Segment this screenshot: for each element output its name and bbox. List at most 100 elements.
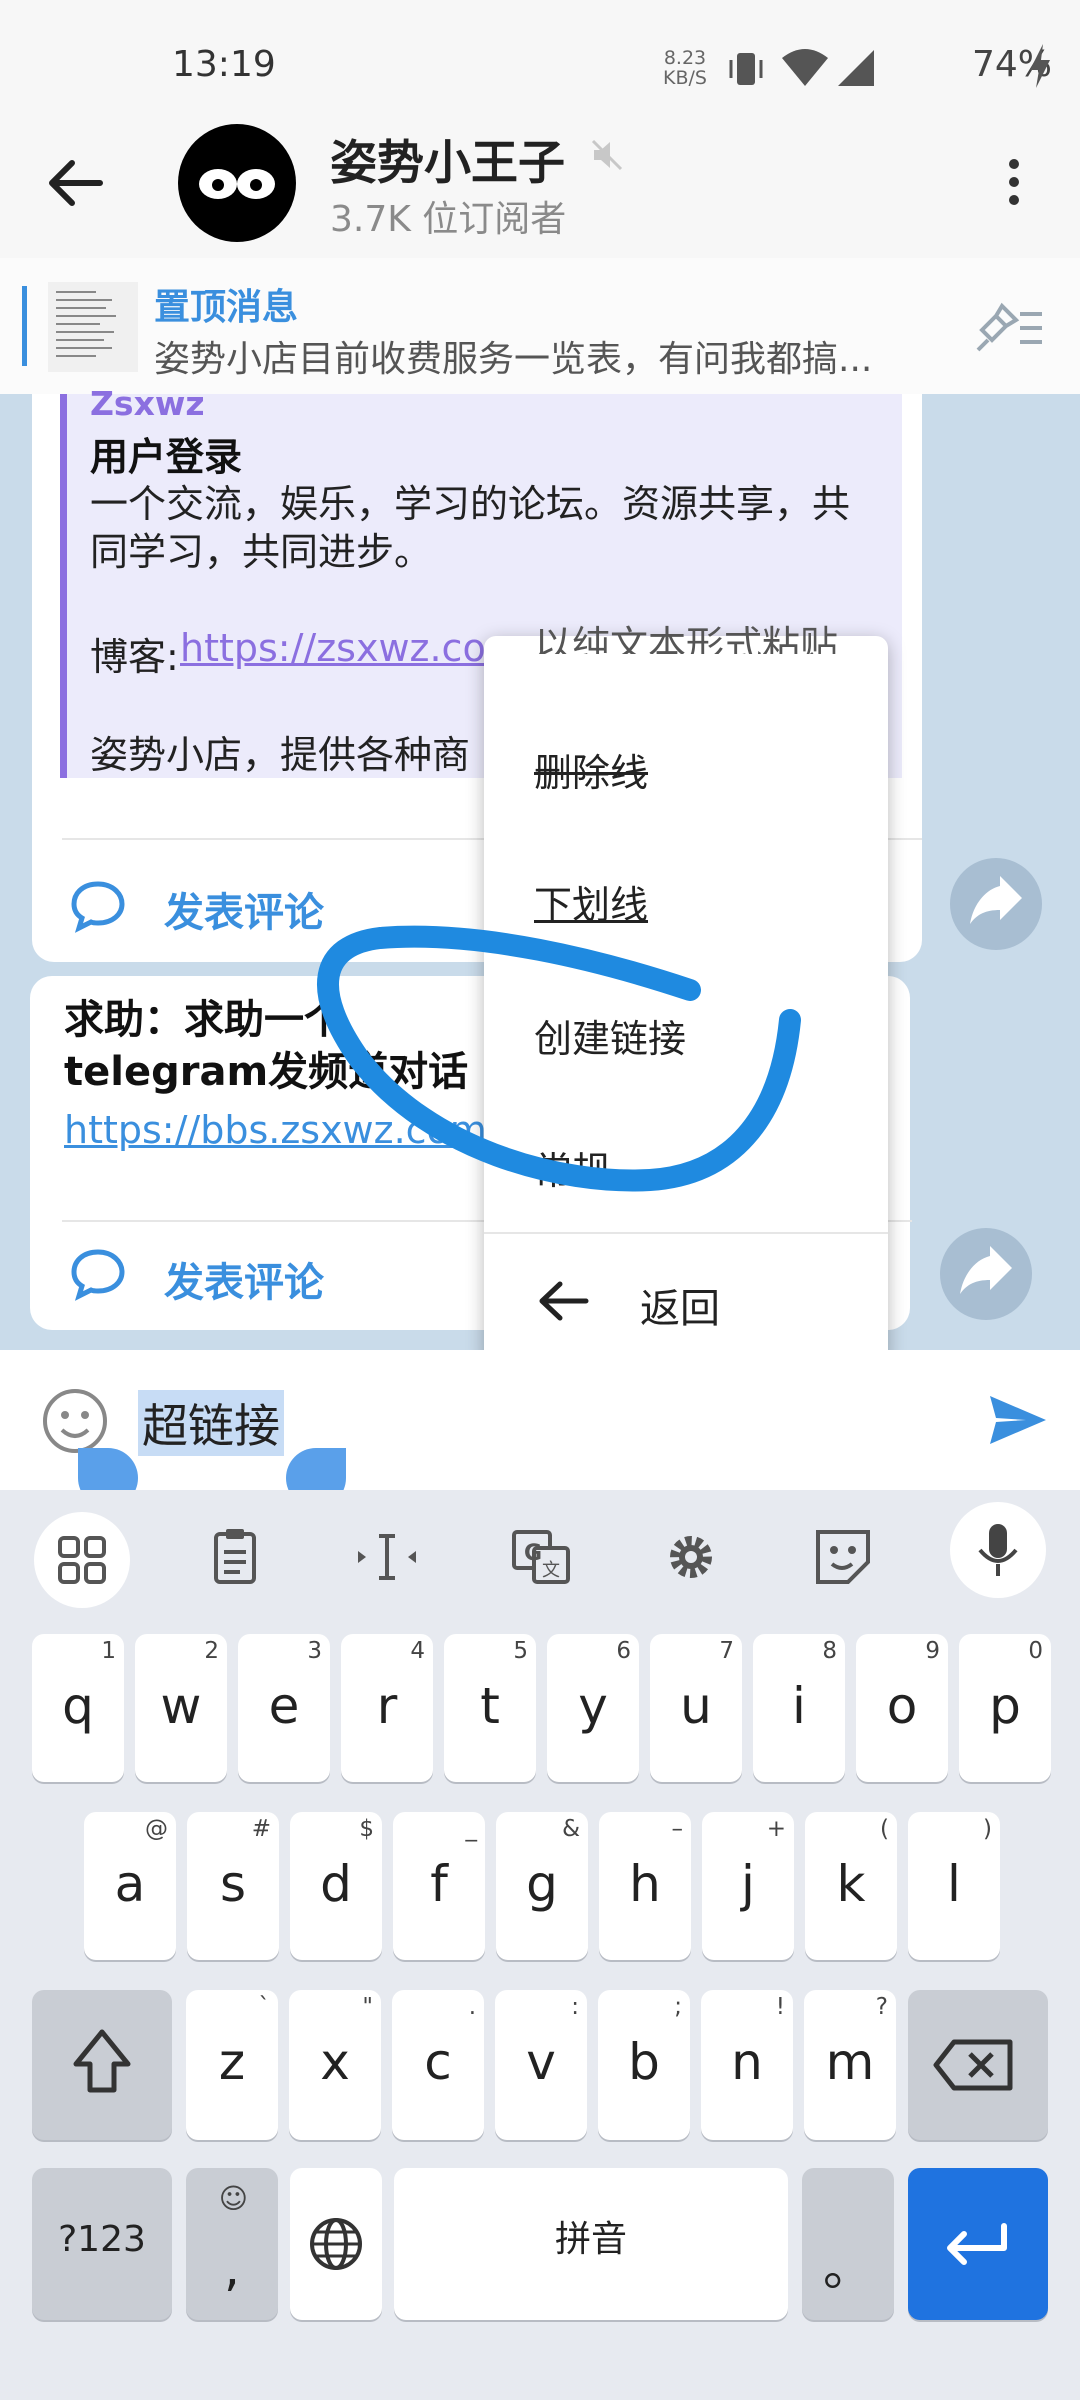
key-i[interactable]: i8 (753, 1634, 845, 1782)
key-n[interactable]: n! (701, 1990, 793, 2140)
translate-icon[interactable]: G文 (504, 1520, 578, 1594)
network-speed-unit: KB/S (663, 67, 707, 89)
sticker-icon[interactable] (806, 1520, 880, 1594)
key-label: d (320, 1855, 352, 1913)
apps-grid-button[interactable] (34, 1512, 130, 1608)
shop-text: 姿势小店，提供各种商 (90, 733, 471, 777)
key-j[interactable]: j + (702, 1812, 794, 1960)
comment-icon[interactable] (68, 878, 128, 934)
signal-icon (838, 50, 874, 86)
key-hint: 0 (1028, 1638, 1043, 1664)
send-icon[interactable] (986, 1388, 1050, 1452)
leave-comment-link[interactable]: 发表评论 (164, 1250, 324, 1308)
menu-underline[interactable]: 下划线 (534, 874, 648, 929)
key-hint: 1 (101, 1638, 116, 1664)
key-label: p (989, 1677, 1021, 1735)
key-z[interactable]: z ` (186, 1990, 278, 2140)
key-label: o (886, 1677, 918, 1735)
key-q[interactable]: q1 (32, 1634, 124, 1782)
voice-input-button[interactable] (950, 1502, 1046, 1598)
key-hint: ; (674, 1994, 682, 2020)
backspace-icon (933, 2039, 1013, 2091)
network-speed-value: 8.23 (663, 47, 707, 69)
message-link[interactable]: https://bbs.zsxwz.com (64, 1108, 484, 1152)
key-label: x (320, 2033, 350, 2091)
globe-icon (310, 2218, 362, 2270)
key-y[interactable]: y6 (547, 1634, 639, 1782)
message-input[interactable]: 超链接 (138, 1390, 284, 1456)
shift-key[interactable] (32, 1990, 172, 2140)
key-k[interactable]: k( (805, 1812, 897, 1960)
channel-avatar[interactable] (178, 124, 296, 242)
period-key[interactable]: 。 (802, 2168, 894, 2320)
key-v[interactable]: v: (495, 1990, 587, 2140)
more-vert-icon[interactable] (990, 156, 1038, 208)
status-time: 13:19 (172, 44, 276, 85)
pinned-indicator (22, 286, 27, 366)
key-label: 。 (823, 2239, 873, 2297)
key-a[interactable]: a @ (84, 1812, 176, 1960)
key-hint: 5 (513, 1638, 528, 1664)
language-key[interactable] (290, 2168, 382, 2320)
forward-button[interactable] (940, 1228, 1032, 1320)
comma-key[interactable]: , ☺ (186, 2168, 278, 2320)
key-w[interactable]: w2 (135, 1634, 227, 1782)
key-hint: 7 (719, 1638, 734, 1664)
key-hint: 2 (204, 1638, 219, 1664)
pinned-title: 置顶消息 (154, 287, 299, 328)
preview-title: 用户登录 (90, 435, 243, 479)
key-x[interactable]: x " (289, 1990, 381, 2140)
key-label: k (836, 1855, 866, 1913)
key-hint: " (362, 1994, 373, 2020)
emoji-icon[interactable] (40, 1386, 110, 1456)
key-h[interactable]: h – (599, 1812, 691, 1960)
key-d[interactable]: d $ (290, 1812, 382, 1960)
menu-create-link[interactable]: 创建链接 (534, 1008, 686, 1063)
leave-comment-link[interactable]: 发表评论 (164, 880, 324, 938)
blog-link[interactable]: https://zsxwz.com (180, 626, 523, 670)
settings-gear-icon[interactable] (654, 1520, 728, 1594)
svg-text:文: 文 (542, 1560, 560, 1581)
back-arrow-icon[interactable] (40, 148, 110, 218)
key-r[interactable]: r4 (341, 1634, 433, 1782)
key-o[interactable]: o9 (856, 1634, 948, 1782)
key-e[interactable]: e3 (238, 1634, 330, 1782)
key-label: m (825, 2033, 875, 2091)
key-t[interactable]: t5 (444, 1634, 536, 1782)
comment-icon[interactable] (68, 1246, 128, 1302)
menu-regular[interactable]: 常规 (534, 1140, 610, 1195)
space-key[interactable]: 拼音 (394, 2168, 788, 2320)
preview-site-name: Zsxwz (90, 384, 205, 423)
menu-strikethrough[interactable]: 删除线 (534, 742, 648, 797)
key-label: g (526, 1855, 558, 1913)
key-hint: & (562, 1816, 580, 1842)
enter-key[interactable] (908, 2168, 1048, 2320)
charging-icon (1030, 44, 1050, 88)
forward-button[interactable] (950, 858, 1042, 950)
clipboard-icon[interactable] (198, 1520, 272, 1594)
pin-list-icon[interactable] (976, 300, 1046, 356)
key-p[interactable]: p0 (959, 1634, 1051, 1782)
key-hint: ) (983, 1816, 992, 1842)
vibrate-icon (729, 53, 763, 85)
menu-back[interactable]: 返回 (640, 1276, 720, 1334)
back-arrow-icon[interactable] (536, 1278, 590, 1324)
key-c[interactable]: c. (392, 1990, 484, 2140)
key-b[interactable]: b; (598, 1990, 690, 2140)
symbols-key[interactable]: ?123 (32, 2168, 172, 2320)
key-label: q (62, 1677, 94, 1735)
key-label: h (629, 1855, 661, 1913)
key-hint: 3 (307, 1638, 322, 1664)
text-cursor-icon[interactable] (350, 1520, 424, 1594)
backspace-key[interactable] (908, 1990, 1048, 2140)
key-s[interactable]: s # (187, 1812, 279, 1960)
grid-icon (58, 1536, 106, 1584)
key-g[interactable]: g & (496, 1812, 588, 1960)
key-m[interactable]: m? (804, 1990, 896, 2140)
menu-paste-plain[interactable]: 以纯文本形式粘贴 (534, 614, 838, 654)
key-label: n (731, 2033, 763, 2091)
key-l[interactable]: l) (908, 1812, 1000, 1960)
channel-title[interactable]: 姿势小王子 (330, 124, 565, 193)
key-u[interactable]: u7 (650, 1634, 742, 1782)
key-f[interactable]: f _ (393, 1812, 485, 1960)
